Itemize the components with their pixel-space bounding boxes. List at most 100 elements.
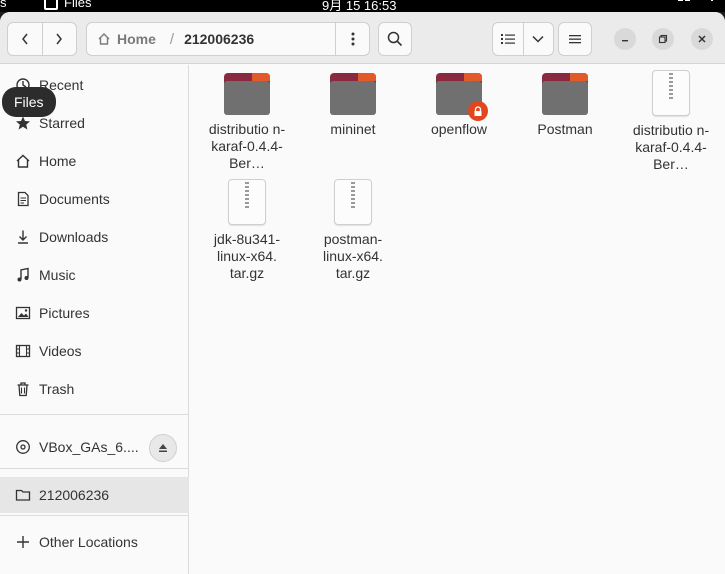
sidebar-item-label: Downloads	[39, 229, 109, 245]
app-name: Files	[64, 0, 92, 10]
main-menu-button[interactable]	[558, 22, 592, 56]
system-top-bar: s Files 9月 15 16:53	[0, 0, 725, 12]
navigation-buttons	[7, 22, 77, 56]
file-name: distributio n-karaf-0.4.4-Ber…	[632, 122, 710, 172]
folder-icon	[542, 71, 588, 115]
archive-icon	[228, 179, 266, 225]
sidebar-item-device[interactable]: VBox_GAs_6....	[0, 429, 189, 465]
close-button[interactable]	[691, 28, 713, 50]
sidebar-item-label: Trash	[39, 381, 75, 397]
sidebar-item-home[interactable]: Home	[0, 143, 189, 179]
home-icon	[98, 33, 110, 45]
sidebar-divider	[0, 515, 189, 516]
file-item[interactable]: postman-linux-x64. tar.gz	[300, 179, 406, 282]
sidebar-item-downloads[interactable]: Downloads	[0, 219, 189, 255]
clock[interactable]: 9月 15 16:53	[322, 0, 396, 12]
file-name: jdk-8u341-linux-x64. tar.gz	[213, 231, 281, 281]
home-icon	[14, 152, 32, 170]
eject-button[interactable]	[149, 434, 177, 462]
plus-icon	[14, 533, 32, 551]
file-name: openflow	[430, 121, 488, 137]
sidebar-item-music[interactable]: Music	[0, 257, 189, 293]
document-icon	[14, 190, 32, 208]
file-name: postman-linux-x64. tar.gz	[323, 231, 383, 281]
sidebar-item-other-locations[interactable]: Other Locations	[0, 524, 189, 560]
file-name: mininet	[330, 121, 376, 137]
file-name: Postman	[537, 121, 593, 137]
maximize-button[interactable]	[652, 28, 674, 50]
disc-icon	[14, 438, 32, 456]
list-view-button[interactable]	[493, 23, 523, 55]
sidebar-item-videos[interactable]: Videos	[0, 333, 189, 369]
sidebar-item-label: 212006236	[39, 487, 110, 503]
path-separator: /	[169, 30, 175, 48]
tooltip: Files	[2, 87, 56, 117]
minimize-button[interactable]	[614, 28, 636, 50]
vertical-dots-icon	[351, 32, 354, 46]
file-grid: distributio n-karaf-0.4.4-Ber… mininet o…	[190, 65, 725, 574]
network-icon	[678, 0, 690, 1]
download-icon	[14, 228, 32, 246]
video-icon	[14, 342, 32, 360]
sidebar-item-trash[interactable]: Trash	[0, 371, 189, 407]
chevron-down-icon	[532, 35, 544, 43]
sidebar-item-label: Home	[39, 153, 77, 169]
sidebar-divider	[0, 414, 189, 415]
sidebar-item-documents[interactable]: Documents	[0, 181, 189, 217]
sidebar-item-label: VBox_GAs_6....	[39, 439, 139, 455]
path-home-segment[interactable]: Home	[87, 31, 156, 47]
file-item[interactable]: distributio n-karaf-0.4.4-Ber…	[194, 71, 300, 172]
folder-icon	[436, 71, 488, 121]
file-item[interactable]: jdk-8u341-linux-x64. tar.gz	[194, 179, 300, 282]
files-app-icon	[44, 0, 58, 10]
folder-icon	[14, 486, 32, 504]
file-item[interactable]: distributio n-karaf-0.4.4-Ber…	[618, 70, 724, 173]
view-toggle	[492, 22, 554, 56]
minimize-icon	[622, 40, 628, 42]
system-tray[interactable]	[677, 0, 719, 7]
restore-icon	[658, 34, 668, 44]
path-menu-button[interactable]	[335, 23, 369, 55]
sidebar-divider	[0, 468, 189, 469]
app-menu[interactable]: Files	[44, 0, 91, 10]
close-icon	[698, 35, 706, 43]
file-item[interactable]: mininet	[300, 71, 406, 138]
eject-icon	[159, 444, 167, 452]
activities-button[interactable]: s	[0, 0, 7, 10]
archive-icon	[652, 70, 690, 116]
list-icon	[500, 34, 515, 44]
file-item[interactable]: openflow	[406, 71, 512, 138]
sidebar-item-label: Videos	[39, 343, 82, 359]
files-window: Home / 212006236 Recent Starred Home Doc…	[0, 12, 725, 574]
sidebar-item-label: Documents	[39, 191, 110, 207]
music-icon	[14, 266, 32, 284]
sidebar-item-pictures[interactable]: Pictures	[0, 295, 189, 331]
folder-icon	[330, 71, 376, 115]
path-bar: Home / 212006236	[86, 22, 370, 56]
trash-icon	[14, 380, 32, 398]
back-button[interactable]	[8, 23, 42, 55]
sidebar: Recent Starred Home Documents Downloads …	[0, 65, 189, 574]
forward-button[interactable]	[41, 23, 77, 55]
chevron-right-icon	[56, 33, 63, 45]
sidebar-item-label: Starred	[39, 115, 85, 131]
lock-icon	[468, 101, 488, 121]
file-name: distributio n-karaf-0.4.4-Ber…	[208, 121, 286, 171]
sidebar-item-label: Music	[39, 267, 76, 283]
path-current-segment[interactable]: 212006236	[184, 31, 254, 47]
file-item[interactable]: Postman	[512, 71, 618, 138]
hamburger-icon	[569, 35, 581, 44]
header-bar: Home / 212006236	[0, 12, 725, 64]
sidebar-item-label: Pictures	[39, 305, 90, 321]
search-button[interactable]	[378, 22, 412, 56]
search-icon	[387, 31, 403, 47]
view-options-button[interactable]	[522, 23, 554, 55]
sidebar-item-label: Other Locations	[39, 534, 138, 550]
chevron-left-icon	[21, 33, 28, 45]
folder-icon	[224, 71, 270, 115]
picture-icon	[14, 304, 32, 322]
power-icon	[711, 0, 713, 1]
path-home-label: Home	[117, 31, 156, 47]
archive-icon	[334, 179, 372, 225]
sidebar-item-bookmark[interactable]: 212006236	[0, 477, 189, 513]
